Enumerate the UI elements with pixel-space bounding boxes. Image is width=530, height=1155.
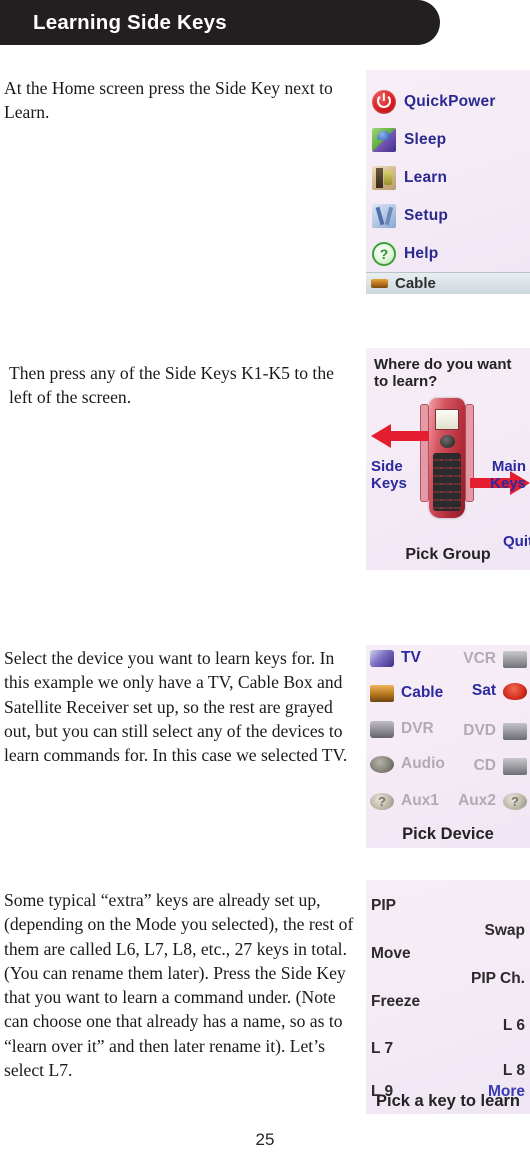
power-icon (372, 90, 396, 114)
page-number: 25 (255, 1130, 275, 1149)
dvr-icon (370, 720, 394, 738)
side-keys-line2: Keys (371, 475, 407, 492)
pick-device-footer: Pick Device (402, 825, 494, 843)
screenshot-pick-group: Where do you want to learn? Side Keys Ma… (366, 348, 530, 570)
step-3-text: Select the device you want to learn keys… (4, 648, 348, 766)
remote-screen (435, 409, 459, 430)
key-swap[interactable]: Swap (485, 922, 525, 940)
screenshot-pick-device: TV VCR Cable Sat DVR DVD Audio CD ? Aux1… (366, 645, 530, 848)
remote-left-side-keys (420, 404, 429, 502)
step-2-text: Then press any of the Side Keys K1-K5 to… (9, 363, 334, 408)
step-1-text: At the Home screen press the Side Key ne… (4, 78, 333, 123)
arrow-left-icon (371, 423, 429, 449)
learn-icon (372, 166, 396, 190)
menu-item-quickpower[interactable]: QuickPower (372, 90, 496, 114)
cable-box-icon (371, 279, 388, 288)
page-title: Learning Side Keys (33, 10, 227, 34)
key-l8[interactable]: L 8 (503, 1062, 525, 1080)
menu-item-sleep[interactable]: Sleep (372, 128, 446, 152)
aux-icon (503, 792, 527, 810)
audio-icon (370, 755, 394, 773)
device-vcr[interactable]: VCR (463, 650, 527, 668)
key-pip[interactable]: PIP (371, 897, 396, 915)
key-l7[interactable]: L 7 (371, 1040, 393, 1058)
device-label: CD (473, 757, 496, 774)
key-freeze[interactable]: Freeze (371, 993, 420, 1011)
device-label: Aux2 (458, 792, 496, 809)
vcr-icon (503, 650, 527, 668)
main-keys-label[interactable]: Main Keys (490, 458, 526, 492)
sleep-icon (372, 128, 396, 152)
device-sat[interactable]: Sat (472, 682, 527, 700)
remote-keypad (433, 453, 461, 511)
pick-group-footer: Pick Group (405, 546, 491, 563)
menu-item-label: Learn (404, 169, 448, 186)
device-tv[interactable]: TV (370, 649, 421, 667)
step-4-text: Some typical “extra” keys are already se… (4, 890, 354, 1081)
key-pip-ch[interactable]: PIP Ch. (471, 970, 525, 988)
cable-icon (370, 684, 394, 702)
screenshot-pick-key: PIP Swap Move PIP Ch. Freeze L 6 L 7 L 8… (366, 880, 530, 1114)
status-bar-label: Cable (395, 275, 436, 292)
cd-icon (503, 757, 527, 775)
dvd-icon (503, 722, 527, 740)
device-label: DVD (463, 722, 496, 739)
pick-group-question-line1: Where do you want (374, 356, 512, 373)
remote-illustration (420, 398, 474, 518)
main-keys-line2: Keys (490, 475, 526, 492)
sat-icon (503, 682, 527, 700)
device-label: Audio (401, 755, 445, 772)
device-label: TV (401, 649, 421, 666)
pick-group-question-line2: to learn? (374, 373, 438, 390)
page-header-banner: Learning Side Keys (0, 0, 440, 45)
menu-item-setup[interactable]: Setup (372, 204, 448, 228)
pick-key-footer: Pick a key to learn (376, 1092, 520, 1110)
device-aux2[interactable]: Aux2 (458, 792, 527, 810)
device-label: VCR (463, 650, 496, 667)
pick-group-question: Where do you want to learn? (374, 356, 512, 390)
main-keys-line1: Main (491, 458, 526, 475)
key-l6[interactable]: L 6 (503, 1017, 525, 1035)
aux-icon (370, 792, 394, 810)
side-keys-line1: Side (371, 458, 403, 475)
remote-navpad (440, 435, 455, 448)
device-aux1[interactable]: Aux1 (370, 792, 439, 810)
menu-item-label: Sleep (404, 131, 447, 148)
device-cd[interactable]: CD (474, 757, 527, 775)
device-label: Cable (401, 684, 444, 701)
help-icon: ? (372, 242, 396, 266)
device-label: Aux1 (401, 792, 439, 809)
menu-item-label: Help (404, 245, 439, 262)
key-move[interactable]: Move (371, 945, 411, 963)
menu-item-label: Setup (404, 207, 449, 224)
device-cable[interactable]: Cable (370, 684, 443, 702)
screenshot-home-menu: QuickPower Sleep Learn Setup ? Help Cabl… (366, 70, 530, 294)
menu-item-label: QuickPower (404, 93, 496, 110)
menu-item-help[interactable]: ? Help (372, 242, 438, 266)
side-keys-label[interactable]: Side Keys (371, 458, 407, 492)
device-dvr[interactable]: DVR (370, 720, 434, 738)
device-label: Sat (471, 682, 496, 699)
device-dvd[interactable]: DVD (463, 722, 527, 740)
tv-icon (370, 649, 394, 667)
device-audio[interactable]: Audio (370, 755, 445, 773)
status-bar-cable[interactable]: Cable (366, 272, 530, 294)
device-label: DVR (401, 720, 434, 737)
menu-item-learn[interactable]: Learn (372, 166, 447, 190)
manual-page: Learning Side Keys At the Home screen pr… (0, 0, 530, 1155)
setup-icon (372, 204, 396, 228)
